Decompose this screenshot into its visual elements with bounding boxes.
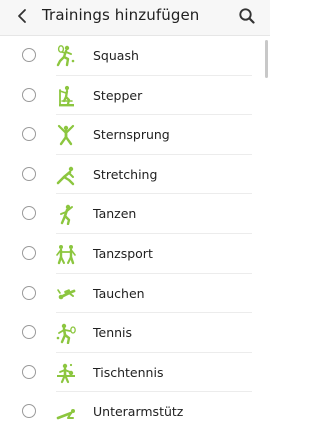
scrollbar[interactable] [265, 40, 268, 78]
tanzsport-icon [56, 245, 76, 265]
list-item-sternsprung[interactable]: Sternsprung [0, 115, 270, 155]
tanzen-icon [60, 205, 73, 226]
list-item-stepper[interactable]: Stepper [0, 76, 270, 116]
activity-label: Stretching [93, 166, 158, 182]
activity-label: Squash [93, 48, 139, 63]
list-item-tauchen[interactable]: Tauchen [0, 274, 270, 314]
radio-button[interactable] [22, 48, 36, 62]
activity-label: Tanzsport [93, 246, 153, 261]
tischtennis-icon [57, 363, 75, 383]
search-icon [239, 8, 255, 24]
activity-label: Stepper [93, 87, 143, 103]
list-item-tanzen[interactable]: Tanzen [0, 194, 270, 234]
activity-label: Tauchen [93, 285, 145, 301]
list-item-stretching[interactable]: Stretching [0, 155, 270, 195]
tauchen-icon [57, 288, 76, 299]
back-button[interactable] [10, 3, 34, 29]
unterarmstuetz-icon [56, 409, 75, 420]
activity-label: Unterarmstütz [93, 404, 184, 420]
squash-icon [56, 45, 75, 67]
radio-button[interactable] [22, 166, 36, 181]
stretching-icon [56, 166, 75, 185]
add-workouts-screen: Trainings hinzufügen Squash Stepper Ster… [0, 0, 270, 428]
radio-button[interactable] [22, 404, 36, 419]
list-item-squash[interactable]: Squash [0, 36, 270, 76]
app-bar: Trainings hinzufügen [0, 0, 270, 36]
radio-button[interactable] [22, 246, 36, 260]
radio-button[interactable] [22, 285, 36, 300]
radio-button[interactable] [22, 127, 36, 142]
activity-label: Tennis [93, 325, 133, 341]
radio-button[interactable] [22, 206, 36, 221]
list-item-unterarmstuetz[interactable]: Unterarmstütz [0, 392, 270, 428]
sternsprung-icon [57, 125, 75, 146]
tennis-icon [56, 323, 76, 345]
radio-button[interactable] [22, 325, 36, 340]
search-button[interactable] [234, 3, 260, 29]
activity-label: Tischtennis [93, 364, 164, 380]
list-item-tennis[interactable]: Tennis [0, 313, 270, 353]
list-item-tanzsport[interactable]: Tanzsport [0, 234, 270, 274]
activity-label: Sternsprung [93, 127, 170, 143]
radio-button[interactable] [22, 87, 36, 102]
radio-button[interactable] [22, 364, 36, 379]
page-title: Trainings hinzufügen [42, 6, 200, 24]
list-item-tischtennis[interactable]: Tischtennis [0, 353, 270, 393]
activity-label: Tanzen [93, 206, 137, 222]
stepper-icon [59, 85, 74, 106]
back-arrow-icon [18, 9, 26, 23]
